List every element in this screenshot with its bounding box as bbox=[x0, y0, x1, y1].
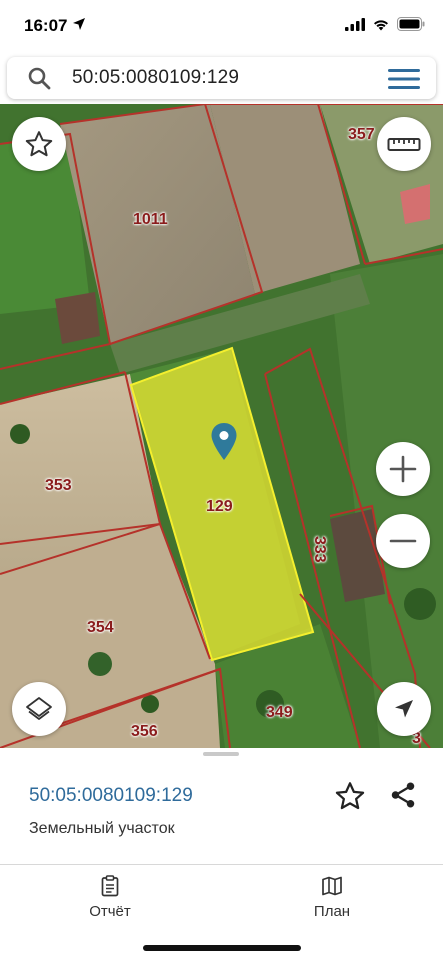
measure-button[interactable] bbox=[377, 117, 431, 171]
map-icon bbox=[322, 876, 342, 896]
object-type: Земельный участок bbox=[29, 820, 175, 837]
bottom-nav: Отчёт План bbox=[0, 865, 443, 960]
location-arrow-icon bbox=[73, 18, 85, 30]
status-bar: 16:07 bbox=[0, 0, 443, 52]
nav-report-label: Отчёт bbox=[89, 903, 131, 920]
cellular-signal-icon bbox=[345, 17, 365, 31]
menu-icon[interactable] bbox=[388, 68, 420, 90]
search-bar[interactable]: 50:05:0080109:129 bbox=[7, 57, 436, 99]
battery-icon bbox=[397, 17, 425, 31]
status-time: 16:07 bbox=[24, 16, 68, 35]
map-view[interactable]: 1011 357 353 129 333 354 356 349 3 bbox=[0, 104, 443, 748]
search-input[interactable]: 50:05:0080109:129 bbox=[72, 67, 239, 89]
zoom-out-button[interactable] bbox=[376, 514, 430, 568]
ruler-icon bbox=[387, 138, 421, 151]
parcel-label-357[interactable]: 357 bbox=[348, 126, 375, 144]
object-info-panel[interactable]: 50:05:0080109:129 Земельный участок bbox=[0, 748, 443, 863]
add-favorite-button[interactable] bbox=[334, 780, 366, 812]
home-indicator bbox=[143, 945, 301, 951]
plus-icon bbox=[389, 455, 417, 483]
report-icon bbox=[101, 875, 119, 897]
nav-plan-label: План bbox=[313, 903, 351, 920]
star-icon bbox=[25, 131, 53, 157]
parcel-label-354[interactable]: 354 bbox=[87, 619, 114, 637]
parcel-label-129[interactable]: 129 bbox=[206, 498, 233, 516]
minus-icon bbox=[389, 539, 417, 543]
drag-handle[interactable] bbox=[203, 752, 239, 756]
parcel-label-1011[interactable]: 1011 bbox=[133, 211, 168, 229]
search-icon[interactable] bbox=[27, 66, 51, 90]
cadastral-number[interactable]: 50:05:0080109:129 bbox=[29, 785, 193, 807]
location-pin-icon bbox=[211, 423, 237, 460]
my-location-button[interactable] bbox=[377, 682, 431, 736]
layers-button[interactable] bbox=[12, 682, 66, 736]
parcel-label-333[interactable]: 333 bbox=[310, 536, 328, 563]
navigation-arrow-icon bbox=[395, 700, 413, 718]
nav-report[interactable]: Отчёт bbox=[60, 875, 160, 921]
layers-icon bbox=[26, 697, 52, 720]
share-button[interactable] bbox=[388, 780, 418, 810]
parcel-label-356[interactable]: 356 bbox=[131, 723, 158, 741]
status-indicators bbox=[345, 16, 425, 32]
parcel-label-353[interactable]: 353 bbox=[45, 477, 72, 495]
zoom-in-button[interactable] bbox=[376, 442, 430, 496]
nav-plan[interactable]: План bbox=[282, 875, 382, 921]
favorites-button[interactable] bbox=[12, 117, 66, 171]
wifi-icon bbox=[374, 19, 388, 30]
parcel-label-349[interactable]: 349 bbox=[266, 704, 293, 722]
